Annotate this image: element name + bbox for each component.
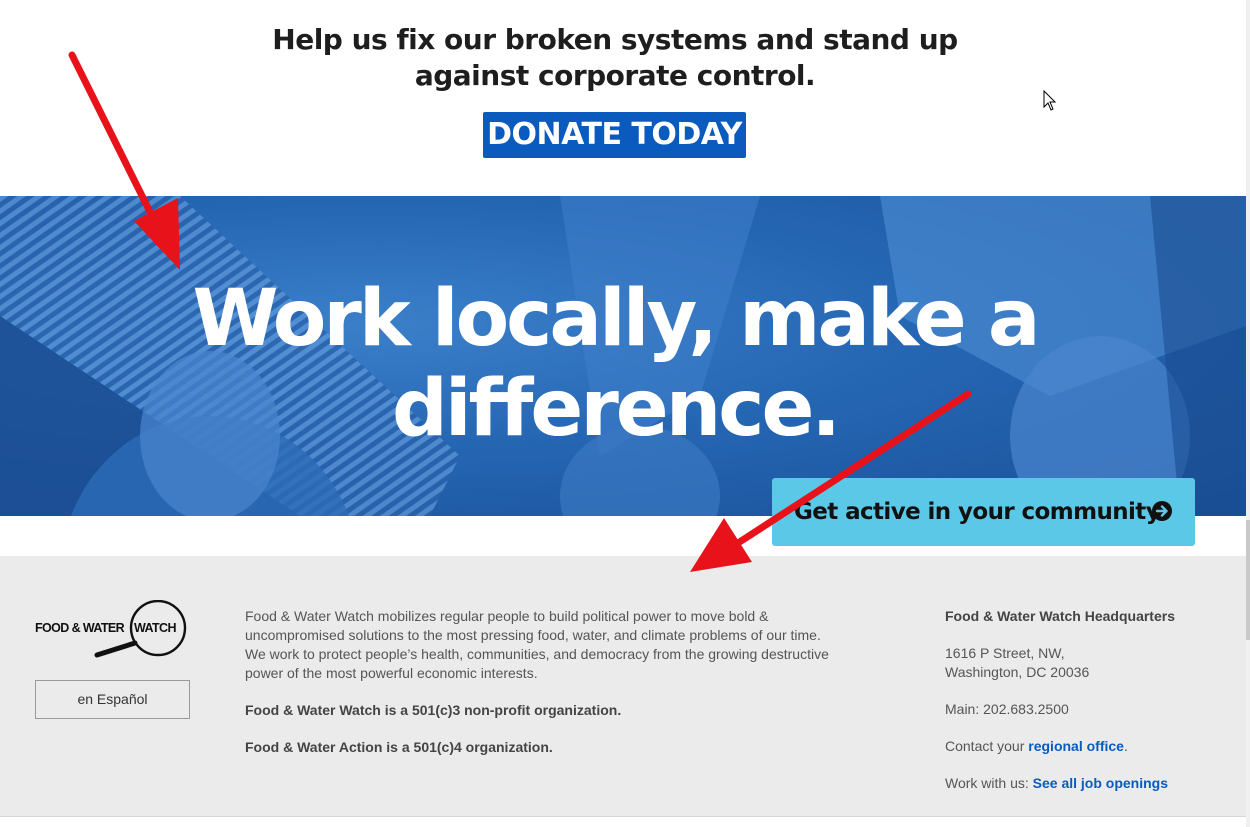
contact-regional: Contact your regional office. xyxy=(945,737,1235,756)
hero-banner: Work locally, make a difference. xyxy=(0,196,1246,516)
scrollbar-thumb[interactable] xyxy=(1246,520,1250,640)
contact-section: Food & Water Watch Headquarters 1616 P S… xyxy=(945,607,1235,811)
nonprofit-statement-2: Food & Water Action is a 501(c)4 organiz… xyxy=(245,739,553,755)
jobs: Work with us: See all job openings xyxy=(945,774,1235,793)
hero-line-2: difference. xyxy=(391,364,841,454)
regional-office-link[interactable]: regional office xyxy=(1028,738,1124,754)
scrollbar-track[interactable] xyxy=(1246,0,1250,827)
mouse-cursor-icon xyxy=(1043,90,1057,111)
address-line-2: Washington, DC 20036 xyxy=(945,664,1090,680)
about-section: Food & Water Watch mobilizes regular peo… xyxy=(245,607,845,775)
logo-text-right: WATCH xyxy=(134,621,176,635)
address-line-1: 1616 P Street, NW, xyxy=(945,645,1065,661)
donate-button[interactable]: DONATE TODAY xyxy=(483,112,746,158)
footer-bottom-edge xyxy=(0,816,1246,827)
appeal-line-2: against corporate control. xyxy=(414,59,816,92)
arrow-right-circle-icon xyxy=(1152,501,1172,521)
logo-text-left: FOOD & WATER xyxy=(35,621,125,635)
contact-suffix: . xyxy=(1123,738,1128,754)
about-text: Food & Water Watch mobilizes regular peo… xyxy=(245,608,829,681)
appeal-heading: Help us fix our broken systems and stand… xyxy=(0,22,1230,94)
contact-prefix: Contact your xyxy=(945,738,1029,754)
food-water-watch-logo[interactable]: FOOD & WATER WATCH xyxy=(35,600,187,658)
donation-appeal-section: Help us fix our broken systems and stand… xyxy=(0,0,1250,196)
hero-heading: Work locally, make a difference. xyxy=(0,274,1230,454)
jobs-prefix: Work with us: xyxy=(945,775,1033,791)
phone: Main: 202.683.2500 xyxy=(945,701,1069,717)
address: 1616 P Street, NW, Washington, DC 20036 xyxy=(945,644,1235,682)
job-openings-link[interactable]: See all job openings xyxy=(1033,775,1168,791)
appeal-line-1: Help us fix our broken systems and stand… xyxy=(272,23,958,56)
get-active-label: Get active in your community. xyxy=(794,499,1167,525)
hq-title: Food & Water Watch Headquarters xyxy=(945,608,1175,624)
hero-line-1: Work locally, make a xyxy=(192,274,1041,364)
nonprofit-statement-1: Food & Water Watch is a 501(c)3 non-prof… xyxy=(245,702,622,718)
language-toggle-button[interactable]: en Español xyxy=(35,680,190,719)
get-active-button[interactable]: Get active in your community. xyxy=(772,478,1195,546)
site-footer: FOOD & WATER WATCH en Español Food & Wat… xyxy=(0,556,1246,827)
